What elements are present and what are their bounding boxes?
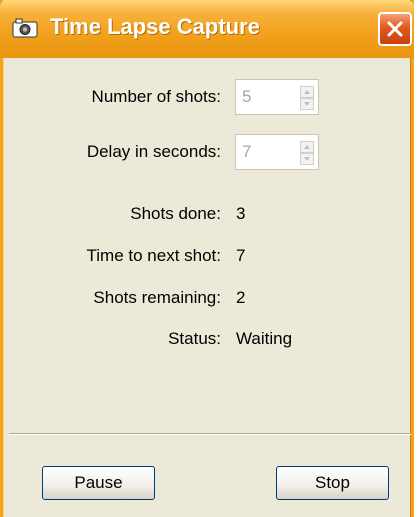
time-to-next-shot-value: 7 [236, 246, 246, 265]
spinner-arrows-icon[interactable] [300, 86, 314, 110]
window-title: Time Lapse Capture [50, 14, 260, 39]
title-bar[interactable]: Time Lapse Capture [0, 0, 414, 58]
shots-remaining-value: 2 [236, 288, 246, 307]
camera-icon [12, 18, 38, 38]
close-icon [387, 21, 403, 37]
separator [9, 433, 411, 435]
status-label: Status: [168, 329, 221, 348]
shots-done-label: Shots done: [130, 204, 221, 223]
number-of-shots-spinner[interactable]: 5 [235, 79, 319, 115]
shots-remaining-label: Shots remaining: [93, 288, 221, 307]
delay-in-seconds-value: 7 [242, 142, 252, 161]
number-of-shots-value: 5 [242, 87, 252, 106]
stop-button[interactable]: Stop [276, 466, 389, 500]
pause-button[interactable]: Pause [42, 466, 155, 500]
time-to-next-shot-label: Time to next shot: [86, 246, 221, 265]
status-value: Waiting [236, 329, 293, 348]
time-lapse-window: Time Lapse Capture Number of shots: 5 De… [0, 0, 414, 517]
shots-done-value: 3 [236, 204, 246, 223]
close-button[interactable] [378, 12, 412, 46]
delay-in-seconds-label: Delay in seconds: [86, 142, 221, 161]
delay-in-seconds-spinner[interactable]: 7 [235, 134, 319, 170]
number-of-shots-label: Number of shots: [91, 87, 221, 106]
spinner-arrows-icon[interactable] [300, 141, 314, 165]
